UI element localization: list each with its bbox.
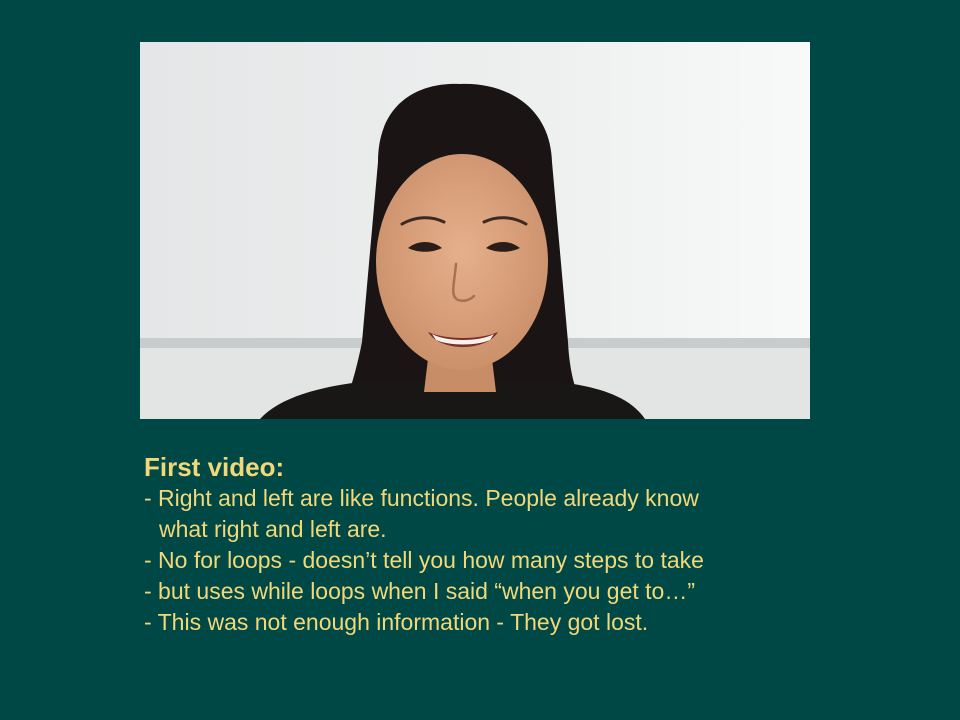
note-continuation-line: what right and left are. — [159, 516, 387, 542]
note-item: - This was not enough information - They… — [144, 607, 864, 638]
notes-list: - Right and left are like functions. Peo… — [144, 483, 864, 638]
note-item: - Right and left are like functions. Peo… — [144, 483, 864, 545]
note-line: - Right and left are like functions. Peo… — [144, 485, 699, 511]
notes-panel: First video: - Right and left are like f… — [144, 452, 864, 638]
notes-title: First video: — [144, 452, 285, 482]
speaker-video-image — [140, 42, 810, 419]
note-line: - This was not enough information - They… — [144, 609, 649, 635]
face — [376, 154, 548, 370]
note-line: - but uses while loops when I said “when… — [144, 578, 696, 604]
note-line: - No for loops - doesn’t tell you how ma… — [144, 547, 704, 573]
note-item: - but uses while loops when I said “when… — [144, 576, 864, 607]
video-frame — [140, 42, 810, 419]
note-item: - No for loops - doesn’t tell you how ma… — [144, 545, 864, 576]
